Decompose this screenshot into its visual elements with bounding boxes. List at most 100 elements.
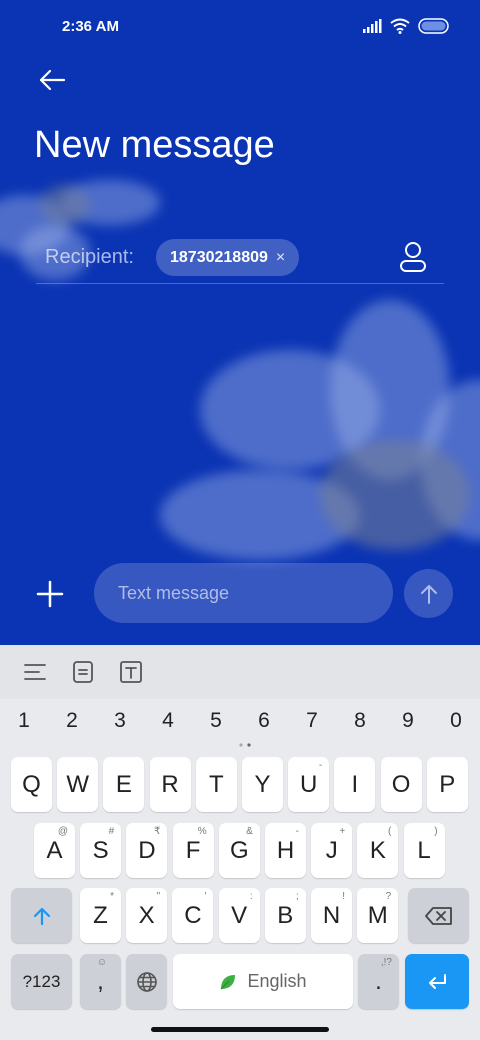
key-b[interactable]: B; <box>264 888 306 943</box>
key-x-label: X <box>138 901 155 929</box>
key-h-hint: - <box>295 826 299 837</box>
key-u[interactable]: U- <box>288 757 330 812</box>
key-n[interactable]: N! <box>311 888 352 943</box>
recipient-row: Recipient: 18730218809 × <box>36 236 444 284</box>
symbols-key[interactable]: ?123 <box>11 954 72 1009</box>
key-s-hint: # <box>108 826 115 837</box>
key-r[interactable]: R <box>149 757 191 812</box>
key-p[interactable]: P <box>426 757 468 812</box>
key-j-hint: + <box>339 826 346 837</box>
enter-key[interactable] <box>405 954 469 1009</box>
key-n-hint: ! <box>342 891 345 902</box>
number-key-0[interactable]: 0 <box>432 709 480 733</box>
backspace-key[interactable] <box>408 888 469 943</box>
language-key[interactable] <box>126 954 167 1009</box>
key-q-label: Q <box>22 770 41 798</box>
key-e[interactable]: E <box>103 757 145 812</box>
recipient-chip[interactable]: 18730218809 × <box>156 239 300 276</box>
key-l[interactable]: L) <box>403 823 445 878</box>
back-arrow-icon[interactable] <box>34 62 70 98</box>
shift-key[interactable] <box>11 888 72 943</box>
send-arrow-icon <box>420 584 437 604</box>
send-button[interactable] <box>404 569 453 618</box>
compose-bar <box>0 560 480 630</box>
key-v-label: V <box>231 901 248 929</box>
number-key-3[interactable]: 3 <box>96 709 144 733</box>
add-attachment-icon[interactable] <box>34 578 66 610</box>
period-key[interactable]: .,!? <box>358 954 399 1009</box>
text-message-input[interactable] <box>94 563 393 623</box>
key-t[interactable]: T <box>195 757 237 812</box>
wifi-icon <box>390 18 410 34</box>
key-a[interactable]: A @ <box>34 823 75 878</box>
key-h[interactable]: H- <box>265 823 306 878</box>
number-key-4[interactable]: 4 <box>144 709 192 733</box>
key-d-label: D <box>138 836 156 864</box>
key-c-label: C <box>184 901 202 929</box>
number-key-2[interactable]: 2 <box>48 709 96 733</box>
battery-icon <box>418 18 449 34</box>
key-o-label: O <box>391 770 411 798</box>
key-f-label: F <box>185 836 201 864</box>
contact-picker-icon[interactable] <box>398 240 428 274</box>
page-title: New message <box>34 124 275 166</box>
key-q[interactable]: Q <box>11 757 52 812</box>
number-key-1[interactable]: 1 <box>0 709 48 733</box>
key-s-label: S <box>92 836 109 864</box>
period-key-label: . <box>375 967 382 995</box>
shift-arrow-icon <box>33 907 50 925</box>
status-time: 2:36 AM <box>62 18 119 35</box>
key-n-label: N <box>322 901 341 929</box>
symbols-key-label: ?123 <box>22 971 61 991</box>
key-z[interactable]: Z * <box>80 888 121 943</box>
key-j-label: J <box>325 836 338 864</box>
key-f-hint: % <box>197 826 207 837</box>
key-a-label: A <box>46 836 63 864</box>
clipboard-icon[interactable] <box>70 659 96 685</box>
keyboard: 1234567890 Q W E R T Y U - I O P A @ S # D ₹ F% G & H - J + K(L)… <box>0 645 480 1040</box>
space-key-label: English <box>247 971 307 991</box>
number-key-6[interactable]: 6 <box>240 709 288 733</box>
leaf-icon <box>221 974 236 989</box>
key-o[interactable]: O <box>380 757 422 812</box>
number-key-5[interactable]: 5 <box>192 709 240 733</box>
remove-recipient-icon[interactable]: × <box>276 249 285 267</box>
key-d[interactable]: D ₹ <box>126 823 168 878</box>
number-key-8[interactable]: 8 <box>336 709 384 733</box>
key-w-label: W <box>66 770 90 798</box>
space-key[interactable]: English <box>173 954 353 1009</box>
key-c[interactable]: C ' <box>172 888 214 943</box>
number-key-9[interactable]: 9 <box>384 709 432 733</box>
key-k[interactable]: K( <box>357 823 399 878</box>
key-v-hint: : <box>249 891 253 902</box>
key-w[interactable]: W <box>57 757 99 812</box>
key-x[interactable]: X " <box>126 888 168 943</box>
keyboard-toolbar <box>0 645 480 699</box>
recipient-chip-number: 18730218809 <box>170 248 268 266</box>
text-format-icon[interactable] <box>22 659 48 685</box>
key-t-label: T <box>208 770 224 798</box>
key-b-hint: ; <box>296 891 299 902</box>
key-z-hint: * <box>110 891 114 902</box>
key-v[interactable]: V: <box>218 888 260 943</box>
number-key-7[interactable]: 7 <box>288 709 336 733</box>
key-i[interactable]: I <box>334 757 376 812</box>
status-bar: 2:36 AM <box>0 18 480 40</box>
backspace-icon <box>424 906 452 925</box>
home-indicator <box>151 1027 329 1032</box>
enter-icon <box>429 973 446 989</box>
key-y[interactable]: Y <box>242 757 283 812</box>
key-m-hint: ? <box>385 891 392 902</box>
comma-key[interactable]: , ☺ <box>80 954 121 1009</box>
message-compose-screen: 2:36 AM New message Recipient: 187302188… <box>0 0 480 645</box>
key-s[interactable]: S # <box>80 823 122 878</box>
comma-key-label: , <box>97 967 104 995</box>
text-edit-icon[interactable] <box>118 659 144 685</box>
key-i-label: I <box>351 770 359 798</box>
key-f[interactable]: F% <box>172 823 214 878</box>
key-j[interactable]: J + <box>311 823 353 878</box>
key-g-hint: & <box>246 826 253 837</box>
key-l-hint: ) <box>434 826 438 837</box>
key-g[interactable]: G & <box>218 823 260 878</box>
key-m[interactable]: M? <box>357 888 399 943</box>
